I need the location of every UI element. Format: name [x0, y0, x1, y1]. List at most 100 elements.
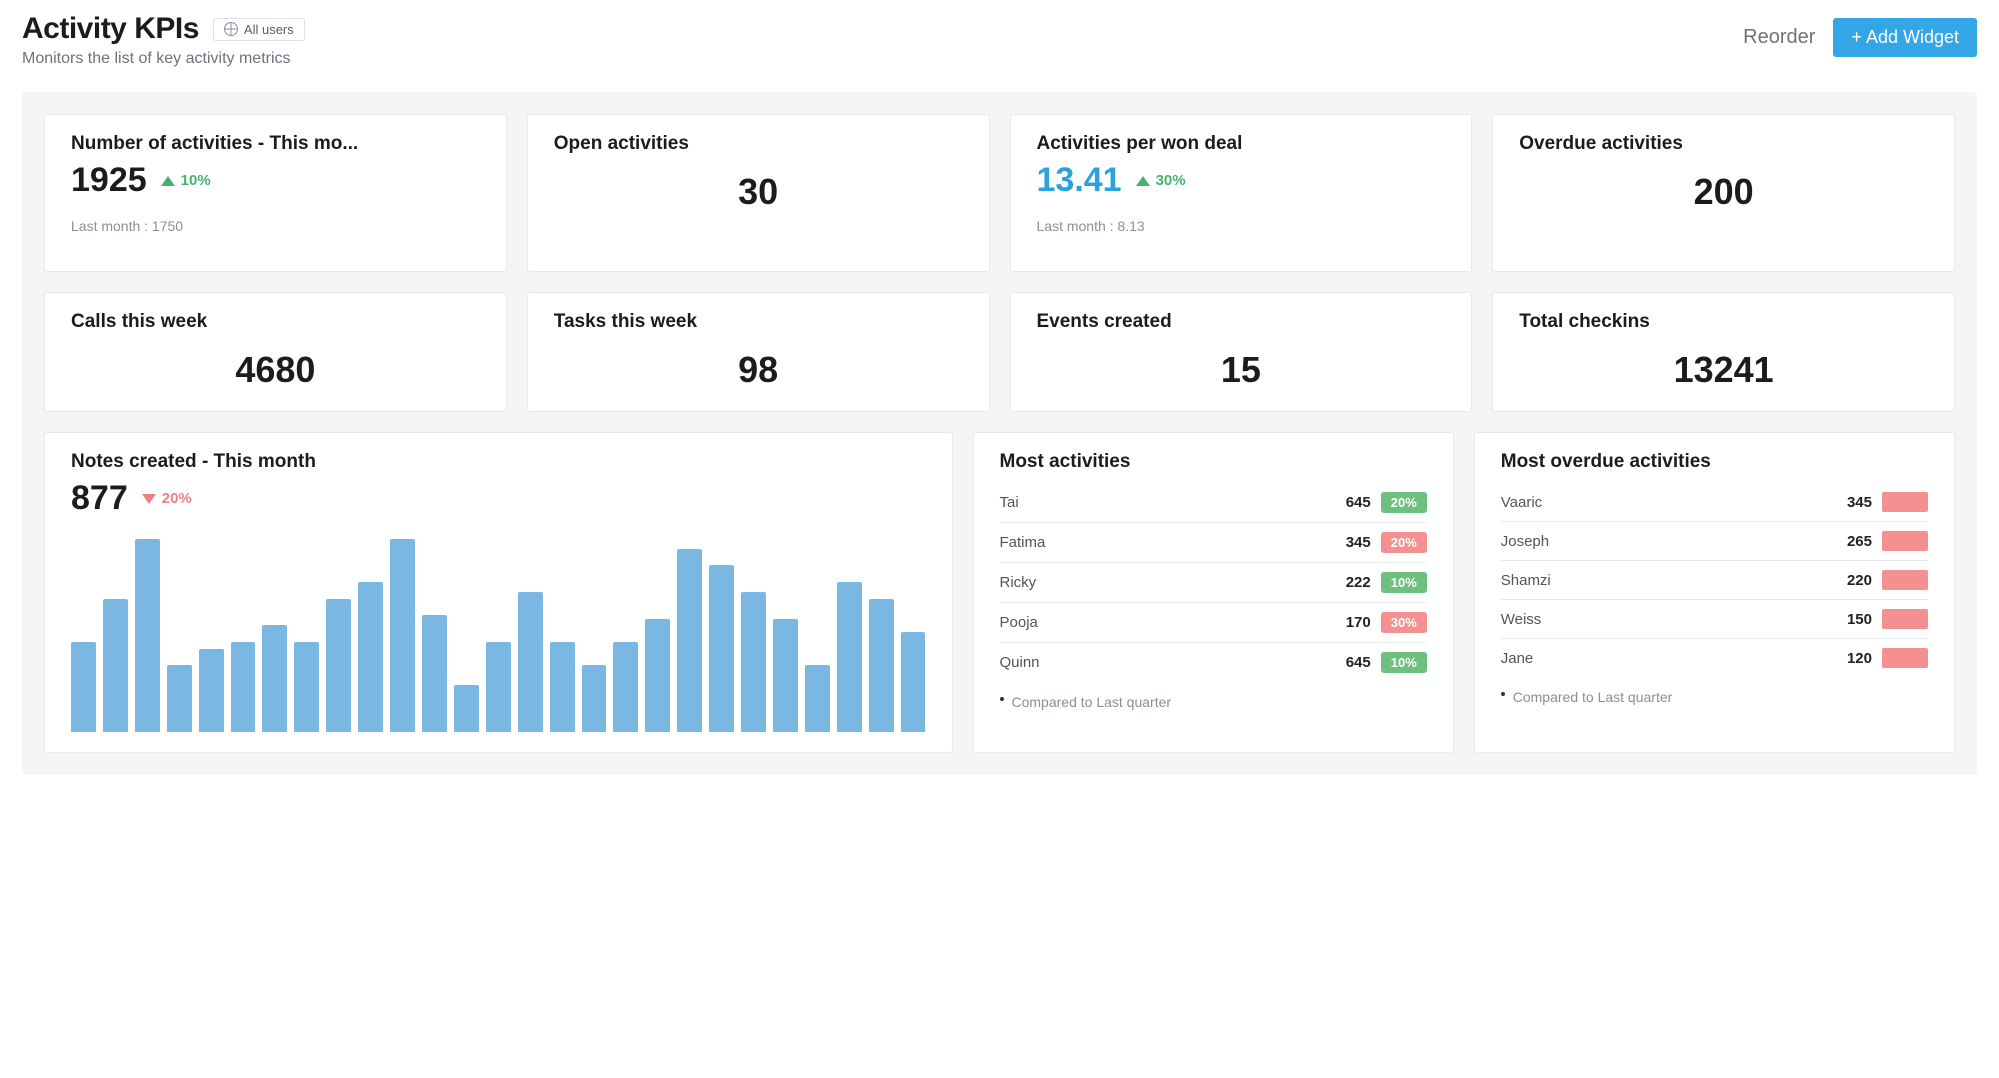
- list-item-right: 120: [1818, 648, 1928, 668]
- list-item[interactable]: Ricky22210%: [1000, 562, 1427, 602]
- list-item[interactable]: Joseph265: [1501, 521, 1928, 560]
- list-item[interactable]: Pooja17030%: [1000, 602, 1427, 642]
- list-item-value: 150: [1826, 611, 1872, 628]
- kpi-title: Calls this week: [71, 311, 480, 333]
- notes-bar-chart: [71, 532, 926, 732]
- chart-bar: [677, 549, 702, 732]
- kpi-card-tasks[interactable]: Tasks this week 98: [527, 292, 990, 412]
- chart-bar: [773, 619, 798, 732]
- chart-bar: [837, 582, 862, 732]
- kpi-card-overdue[interactable]: Overdue activities 200: [1492, 114, 1955, 272]
- list-item[interactable]: Fatima34520%: [1000, 522, 1427, 562]
- kpi-title: Notes created - This month: [71, 451, 926, 473]
- kpi-title: Total checkins: [1519, 311, 1928, 333]
- kpi-value-row: 877 20%: [71, 479, 926, 518]
- list-item-right: 34520%: [1317, 532, 1427, 553]
- kpi-delta-value: 30%: [1156, 172, 1186, 189]
- bottom-row: Notes created - This month 877 20% Most …: [44, 432, 1955, 753]
- list-item-value: 120: [1826, 650, 1872, 667]
- bar-swatch: [1882, 609, 1928, 629]
- chart-bar: [869, 599, 894, 732]
- chart-bar: [582, 665, 607, 732]
- list-item[interactable]: Tai64520%: [1000, 483, 1427, 522]
- kpi-card-activities[interactable]: Number of activities - This mo... 1925 1…: [44, 114, 507, 272]
- card-title: Most activities: [1000, 451, 1427, 473]
- bullet-icon: [1501, 692, 1505, 696]
- chart-bar: [613, 642, 638, 732]
- chart-bar: [231, 642, 256, 732]
- bar-swatch: [1882, 531, 1928, 551]
- chart-bar: [294, 642, 319, 732]
- chart-bar: [135, 539, 160, 732]
- most-overdue-card[interactable]: Most overdue activities Vaaric345Joseph2…: [1474, 432, 1955, 753]
- kpi-value: 4680: [71, 349, 480, 391]
- kpi-card-events[interactable]: Events created 15: [1010, 292, 1473, 412]
- kpi-value: 30: [554, 171, 963, 213]
- chart-bar: [326, 599, 351, 732]
- trend-up-icon: [1136, 176, 1150, 186]
- most-activities-list: Tai64520%Fatima34520%Ricky22210%Pooja170…: [1000, 483, 1427, 682]
- notes-chart-card[interactable]: Notes created - This month 877 20%: [44, 432, 953, 753]
- list-item-value: 220: [1826, 572, 1872, 589]
- kpi-title: Overdue activities: [1519, 133, 1928, 155]
- globe-icon: [224, 22, 238, 36]
- list-item-name: Weiss: [1501, 611, 1818, 628]
- list-item[interactable]: Weiss 150: [1501, 599, 1928, 638]
- kpi-card-checkins[interactable]: Total checkins 13241: [1492, 292, 1955, 412]
- list-item[interactable]: Vaaric345: [1501, 483, 1928, 521]
- kpi-title: Events created: [1037, 311, 1446, 333]
- list-item-value: 345: [1325, 534, 1371, 551]
- list-item[interactable]: Jane 120: [1501, 638, 1928, 677]
- list-item[interactable]: Quinn64510%: [1000, 642, 1427, 682]
- header-right: Reorder + Add Widget: [1743, 18, 1977, 57]
- bar-swatch: [1882, 492, 1928, 512]
- chart-bar: [390, 539, 415, 732]
- chart-bar: [167, 665, 192, 732]
- list-item-name: Tai: [1000, 494, 1317, 511]
- kpi-value: 15: [1037, 349, 1446, 391]
- list-item-value: 170: [1325, 614, 1371, 631]
- kpi-value: 98: [554, 349, 963, 391]
- pct-badge: 10%: [1381, 652, 1427, 673]
- list-item-right: 265: [1818, 531, 1928, 551]
- list-item-right: 150: [1818, 609, 1928, 629]
- kpi-value: 13241: [1519, 349, 1928, 391]
- list-item-name: Jane: [1501, 650, 1818, 667]
- kpi-card-per-deal[interactable]: Activities per won deal 13.41 30% Last m…: [1010, 114, 1473, 272]
- chart-bar: [199, 649, 224, 732]
- chart-bar: [71, 642, 96, 732]
- most-activities-card[interactable]: Most activities Tai64520%Fatima34520%Ric…: [973, 432, 1454, 753]
- list-item-right: 22210%: [1317, 572, 1427, 593]
- kpi-card-open[interactable]: Open activities 30: [527, 114, 990, 272]
- list-item-value: 645: [1325, 654, 1371, 671]
- user-filter-chip[interactable]: All users: [213, 18, 305, 41]
- chart-bar: [741, 592, 766, 732]
- kpi-delta: 10%: [161, 172, 211, 189]
- bullet-icon: [1000, 697, 1004, 701]
- kpi-title: Activities per won deal: [1037, 133, 1446, 155]
- kpi-row-1: Number of activities - This mo... 1925 1…: [44, 114, 1955, 272]
- most-overdue-list: Vaaric345Joseph265Shamzi220 Weiss 150 Jane 1…: [1501, 483, 1928, 677]
- bar-swatch: [1882, 570, 1928, 590]
- header-left: Activity KPIs All users Monitors the lis…: [22, 12, 305, 68]
- list-item[interactable]: Shamzi220: [1501, 560, 1928, 599]
- pct-badge: 30%: [1381, 612, 1427, 633]
- card-footnote: Compared to Last quarter: [1501, 689, 1928, 705]
- kpi-value: 1925: [71, 161, 147, 200]
- kpi-value: 200: [1519, 171, 1928, 213]
- card-title: Most overdue activities: [1501, 451, 1928, 473]
- chart-bar: [709, 565, 734, 732]
- kpi-card-calls[interactable]: Calls this week 4680: [44, 292, 507, 412]
- bar-swatch: [1882, 648, 1928, 668]
- page-header: Activity KPIs All users Monitors the lis…: [22, 12, 1977, 68]
- kpi-delta-value: 10%: [181, 172, 211, 189]
- pct-badge: 20%: [1381, 492, 1427, 513]
- kpi-delta: 30%: [1136, 172, 1186, 189]
- kpi-title: Tasks this week: [554, 311, 963, 333]
- chart-bar: [901, 632, 926, 732]
- footnote-text: Compared to Last quarter: [1012, 694, 1172, 710]
- reorder-link[interactable]: Reorder: [1743, 26, 1815, 49]
- title-row: Activity KPIs All users: [22, 12, 305, 46]
- add-widget-button[interactable]: + Add Widget: [1833, 18, 1977, 57]
- chart-bar: [486, 642, 511, 732]
